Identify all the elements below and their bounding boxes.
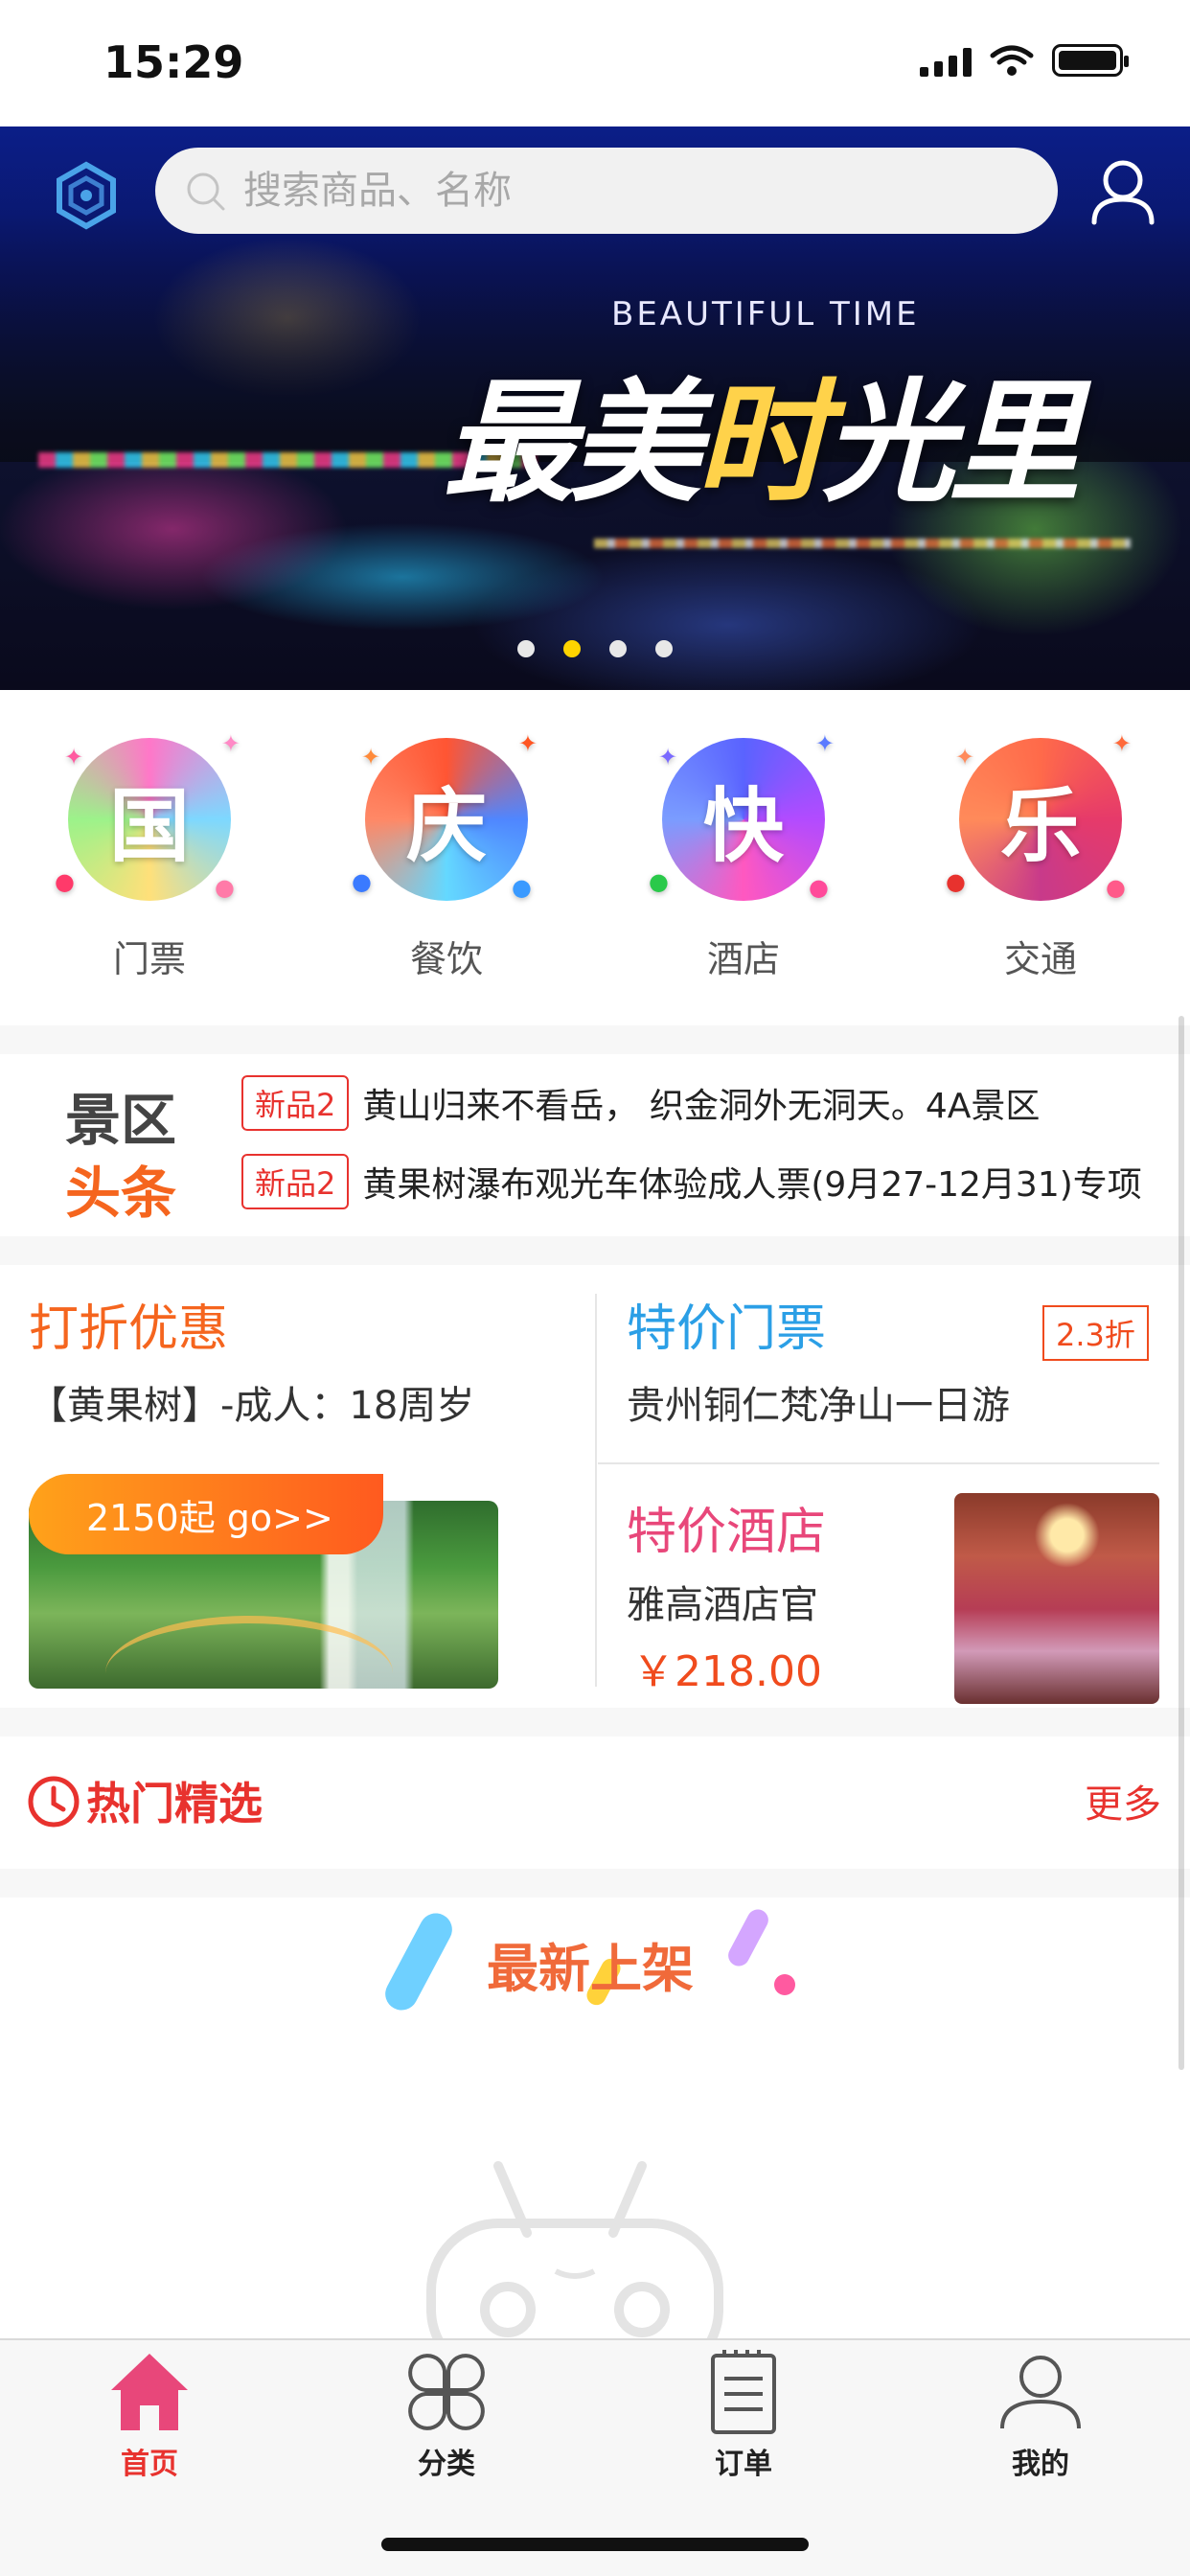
scrollbar[interactable] [1179,1016,1184,2070]
category-label: 酒店 [706,938,780,980]
divider [595,1294,597,1687]
hotel-room-image [954,1493,1159,1704]
tab-label: 订单 [715,2448,772,2481]
decoration [379,1907,458,2016]
category-hotel[interactable]: 快 ✦ ✦ ● ● 酒店 [648,730,839,982]
headline-text: 黄山归来不看岳， 织金洞外无洞天。4A景区 [362,1087,1041,1126]
headline-item[interactable]: 新品2 黄山归来不看岳， 织金洞外无洞天。4A景区 [241,1075,1040,1131]
search-bar[interactable] [155,148,1058,234]
tab-orders[interactable]: 订单 [648,2346,839,2482]
category-guo-icon: 国 ✦ ✦ ● ● [55,730,240,901]
hero-banner[interactable]: BEAUTIFUL TIME 最美时光里 [0,126,1190,690]
new-arrivals-section: 最新上架 [0,1898,1190,2338]
banner-subtitle: BEAUTIFUL TIME [611,295,920,334]
new-tag-badge: 新品2 [241,1075,350,1131]
category-tickets[interactable]: 国 ✦ ✦ ● ● 门票 [54,730,245,982]
carousel-dots[interactable] [517,640,673,657]
decoration [724,1905,772,1970]
hot-picks-header: 热门精选 更多 [0,1736,1190,1869]
category-kuai-icon: 快 ✦ ✦ ● ● [649,730,835,901]
special-ticket-heading: 特价门票 [627,1300,827,1358]
category-icon [408,2354,485,2430]
status-time: 15:29 [103,36,244,88]
new-tag-badge: 新品2 [241,1154,350,1209]
category-label: 门票 [112,938,186,980]
empty-state-mascot-icon [426,2161,723,2338]
deals-section: 打折优惠 【黄果树】-成人：18周岁 2150起 go>> 特价门票 2.3折 … [0,1265,1190,1708]
wifi-icon [990,45,1034,76]
user-profile-icon[interactable] [1090,157,1156,226]
tab-label: 首页 [121,2448,178,2481]
category-le-icon: 乐 ✦ ✦ ● ● [946,730,1132,901]
banner-title: 最美时光里 [443,366,1081,520]
carousel-dot[interactable] [655,640,673,657]
search-input[interactable] [241,168,1008,214]
special-hotel-subtitle: 雅高酒店官 [627,1583,818,1627]
headline-text: 黄果树瀑布观光车体验成人票(9月27-12月31)专项 [362,1165,1142,1205]
special-ticket-subtitle: 贵州铜仁梵净山一日游 [627,1384,1010,1428]
category-label: 餐饮 [409,938,483,980]
tab-profile[interactable]: 我的 [945,2346,1136,2482]
status-icons [920,44,1129,77]
discount-price-button[interactable]: 2150起 go>> [29,1474,383,1554]
home-indicator[interactable] [381,2538,809,2551]
hot-picks-title: 热门精选 [86,1778,263,1829]
clock-icon [28,1776,80,1828]
status-bar: 15:29 [0,0,1190,126]
cellular-signal-icon [920,44,972,77]
scenic-headlines[interactable]: 景区 头条 新品2 黄山归来不看岳， 织金洞外无洞天。4A景区 新品2 黄果树瀑… [0,1054,1190,1236]
carousel-dot[interactable] [609,640,627,657]
carousel-dot[interactable] [517,640,535,657]
headline-item[interactable]: 新品2 黄果树瀑布观光车体验成人票(9月27-12月31)专项 [241,1154,1142,1209]
tab-label: 分类 [418,2448,475,2481]
hotel-price: ￥218.00 [632,1647,822,1696]
category-grid: 国 ✦ ✦ ● ● 门票 庆 ✦ ✦ ● ● 餐饮 快 ✦ ✦ ● ● 酒店 乐… [0,690,1190,1025]
discount-heading: 打折优惠 [29,1300,229,1358]
discount-rate-badge: 2.3折 [1042,1305,1149,1361]
headlines-title-line2: 头条 [65,1161,177,1226]
decoration [774,1974,795,1995]
headlines-title-line1: 景区 [65,1088,177,1153]
special-hotel-heading: 特价酒店 [627,1504,827,1561]
carousel-dot-active[interactable] [563,640,581,657]
order-icon [711,2350,776,2434]
more-link[interactable]: 更多 [1085,1773,1161,1828]
battery-icon [1052,44,1129,77]
new-arrivals-title: 最新上架 [487,1939,694,1999]
category-label: 交通 [1003,938,1077,980]
divider [598,1462,1159,1464]
profile-icon [1000,2356,1081,2429]
tab-category[interactable]: 分类 [351,2346,542,2482]
tab-label: 我的 [1012,2448,1069,2481]
search-icon[interactable] [184,170,226,212]
category-transport[interactable]: 乐 ✦ ✦ ● ● 交通 [945,730,1136,982]
discount-subtitle: 【黄果树】-成人：18周岁 [29,1384,475,1428]
home-icon [111,2354,188,2430]
category-dining[interactable]: 庆 ✦ ✦ ● ● 餐饮 [351,730,542,982]
category-qing-icon: 庆 ✦ ✦ ● ● [352,730,538,901]
app-logo-icon[interactable] [52,161,121,230]
tab-home[interactable]: 首页 [54,2346,245,2482]
